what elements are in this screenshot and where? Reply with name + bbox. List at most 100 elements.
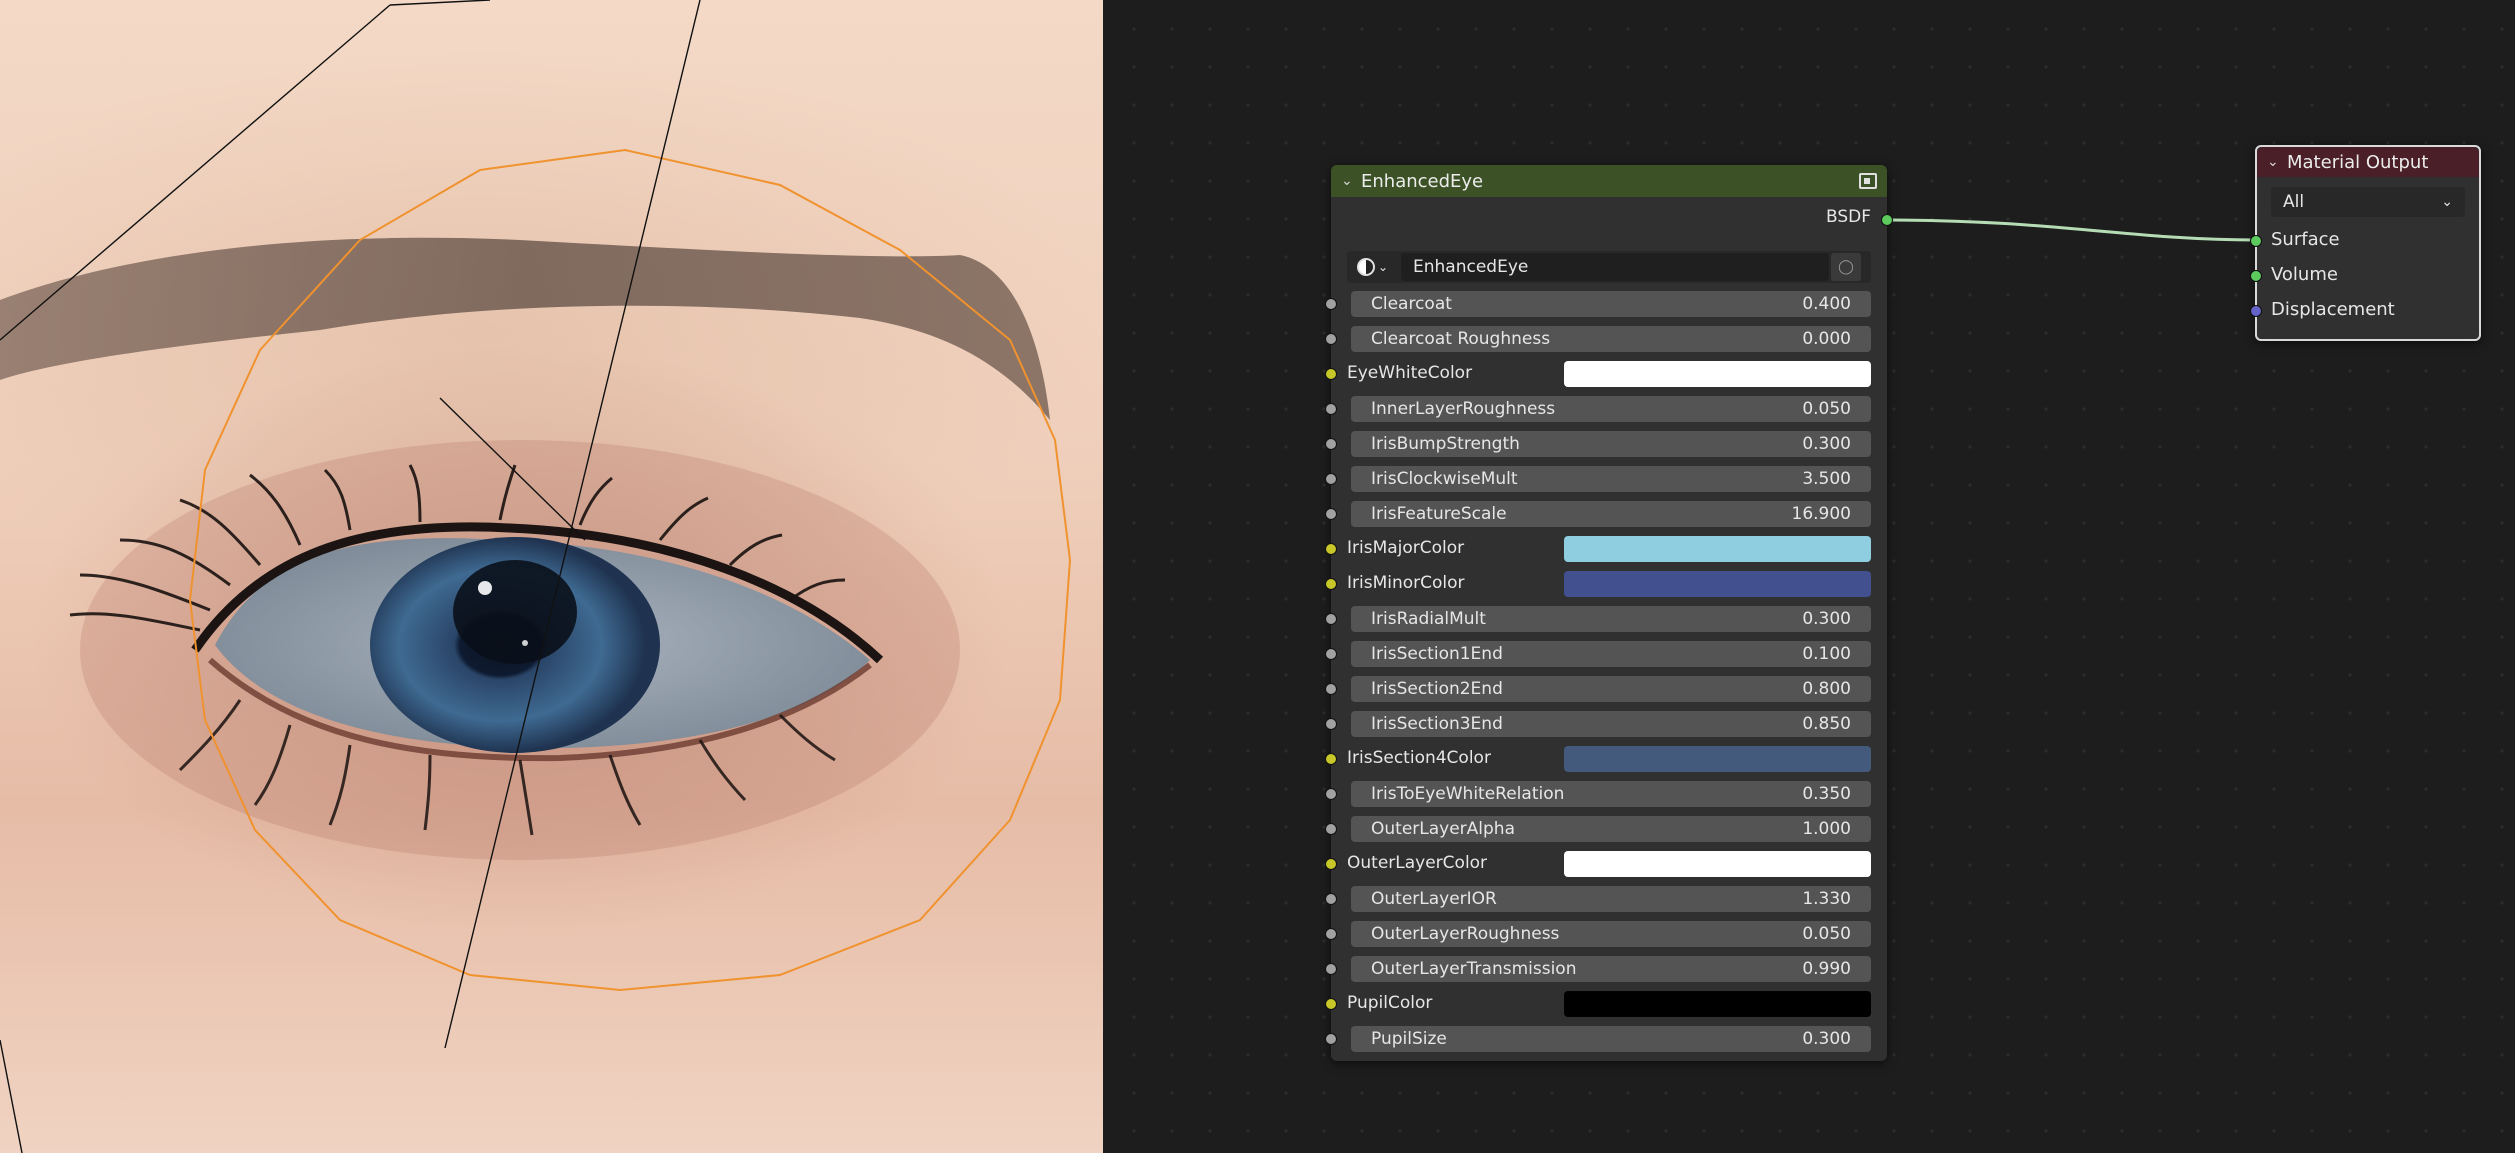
- outer-layer-alpha-socket[interactable]: [1325, 823, 1337, 835]
- iris-radial-mult-label: IrisRadialMult: [1371, 609, 1486, 629]
- input-row-outer-layer-alpha[interactable]: OuterLayerAlpha 1.000: [1325, 814, 1887, 844]
- input-row-iris-minor-color[interactable]: IrisMinorColor: [1325, 569, 1887, 599]
- bsdf-output-socket[interactable]: [1881, 214, 1893, 226]
- input-row-iris-feature-scale[interactable]: IrisFeatureScale 16.900: [1325, 499, 1887, 529]
- inner-layer-roughness-socket[interactable]: [1325, 403, 1337, 415]
- iris-clockwise-mult-value: 3.500: [1802, 469, 1851, 489]
- clearcoat-roughness-label: Clearcoat Roughness: [1371, 329, 1551, 349]
- input-row-iris-to-eye-white-relation[interactable]: IrisToEyeWhiteRelation 0.350: [1325, 779, 1887, 809]
- outer-layer-transmission-socket[interactable]: [1325, 963, 1337, 975]
- target-dropdown[interactable]: All ⌄: [2271, 187, 2465, 217]
- iris-section2-end-socket[interactable]: [1325, 683, 1337, 695]
- iris-to-eye-white-relation-label: IrisToEyeWhiteRelation: [1371, 784, 1565, 804]
- iris-radial-mult-field[interactable]: IrisRadialMult 0.300: [1351, 606, 1871, 632]
- outer-layer-alpha-field[interactable]: OuterLayerAlpha 1.000: [1351, 816, 1871, 842]
- input-row-clearcoat-roughness[interactable]: Clearcoat Roughness 0.000: [1325, 324, 1887, 354]
- inner-layer-roughness-field[interactable]: InnerLayerRoughness 0.050: [1351, 396, 1871, 422]
- enhanced-eye-node[interactable]: ⌄ EnhancedEye BSDF ⌄ EnhancedEye ◯ Clear…: [1325, 165, 1893, 1061]
- iris-section2-end-field[interactable]: IrisSection2End 0.800: [1351, 676, 1871, 702]
- input-row-iris-bump-strength[interactable]: IrisBumpStrength 0.300: [1325, 429, 1887, 459]
- iris-minor-color-socket[interactable]: [1325, 578, 1337, 590]
- input-row-iris-section3-end[interactable]: IrisSection3End 0.850: [1325, 709, 1887, 739]
- fake-user-shield-icon[interactable]: ◯: [1831, 253, 1861, 281]
- iris-section3-end-label: IrisSection3End: [1371, 714, 1503, 734]
- node-group-icon[interactable]: [1859, 173, 1877, 189]
- iris-clockwise-mult-socket[interactable]: [1325, 473, 1337, 485]
- iris-minor-color-swatch[interactable]: [1564, 571, 1871, 597]
- chevron-down-icon: ⌄: [2441, 194, 2453, 210]
- iris-feature-scale-field[interactable]: IrisFeatureScale 16.900: [1351, 501, 1871, 527]
- iris-section4-color-label: IrisSection4Color: [1347, 748, 1491, 768]
- outer-layer-roughness-field[interactable]: OuterLayerRoughness 0.050: [1351, 921, 1871, 947]
- material-selector[interactable]: ⌄ EnhancedEye ◯: [1347, 251, 1871, 283]
- input-row-outer-layer-roughness[interactable]: OuterLayerRoughness 0.050: [1325, 919, 1887, 949]
- pupil-color-socket[interactable]: [1325, 998, 1337, 1010]
- input-row-outer-layer-color[interactable]: OuterLayerColor: [1325, 849, 1887, 879]
- input-row-outer-layer-transmission[interactable]: OuterLayerTransmission 0.990: [1325, 954, 1887, 984]
- iris-bump-strength-field[interactable]: IrisBumpStrength 0.300: [1351, 431, 1871, 457]
- input-row-pupil-size[interactable]: PupilSize 0.300: [1325, 1024, 1887, 1054]
- input-row-pupil-color[interactable]: PupilColor: [1325, 989, 1887, 1019]
- iris-section1-end-field[interactable]: IrisSection1End 0.100: [1351, 641, 1871, 667]
- surface-input-socket[interactable]: [2250, 235, 2262, 247]
- iris-section1-end-socket[interactable]: [1325, 648, 1337, 660]
- eye-white-color-socket[interactable]: [1325, 368, 1337, 380]
- input-row-inner-layer-roughness[interactable]: InnerLayerRoughness 0.050: [1325, 394, 1887, 424]
- surface-input-label: Surface: [2271, 229, 2340, 250]
- node-header[interactable]: ⌄ EnhancedEye: [1331, 165, 1887, 197]
- output-node-header[interactable]: ⌄ Material Output: [2257, 147, 2479, 177]
- node-editor[interactable]: ⌄ EnhancedEye BSDF ⌄ EnhancedEye ◯ Clear…: [1103, 0, 2515, 1153]
- input-row-clearcoat[interactable]: Clearcoat 0.400: [1325, 289, 1887, 319]
- input-row-iris-section2-end[interactable]: IrisSection2End 0.800: [1325, 674, 1887, 704]
- iris-radial-mult-socket[interactable]: [1325, 613, 1337, 625]
- pupil-size-socket[interactable]: [1325, 1033, 1337, 1045]
- iris-section2-end-value: 0.800: [1802, 679, 1851, 699]
- clearcoat-roughness-field[interactable]: Clearcoat Roughness 0.000: [1351, 326, 1871, 352]
- eye-white-color-swatch[interactable]: [1564, 361, 1871, 387]
- outer-layer-color-swatch[interactable]: [1564, 851, 1871, 877]
- outer-layer-ior-field[interactable]: OuterLayerIOR 1.330: [1351, 886, 1871, 912]
- iris-to-eye-white-relation-socket[interactable]: [1325, 788, 1337, 800]
- iris-section4-color-swatch[interactable]: [1564, 746, 1871, 772]
- input-row-outer-layer-ior[interactable]: OuterLayerIOR 1.330: [1325, 884, 1887, 914]
- input-row-iris-radial-mult[interactable]: IrisRadialMult 0.300: [1325, 604, 1887, 634]
- displacement-input-socket[interactable]: [2250, 305, 2262, 317]
- material-name-field[interactable]: EnhancedEye: [1401, 253, 1829, 281]
- clearcoat-roughness-socket[interactable]: [1325, 333, 1337, 345]
- material-output-node[interactable]: ⌄ Material Output All ⌄ Surface Volume D…: [2250, 145, 2481, 341]
- outer-layer-alpha-value: 1.000: [1802, 819, 1851, 839]
- clearcoat-socket[interactable]: [1325, 298, 1337, 310]
- iris-section4-color-socket[interactable]: [1325, 753, 1337, 765]
- outer-layer-transmission-field[interactable]: OuterLayerTransmission 0.990: [1351, 956, 1871, 982]
- iris-feature-scale-socket[interactable]: [1325, 508, 1337, 520]
- viewport-render[interactable]: [0, 0, 1103, 1153]
- outer-layer-ior-socket[interactable]: [1325, 893, 1337, 905]
- input-row-iris-section1-end[interactable]: IrisSection1End 0.100: [1325, 639, 1887, 669]
- input-row-iris-major-color[interactable]: IrisMajorColor: [1325, 534, 1887, 564]
- input-row-iris-section4-color[interactable]: IrisSection4Color: [1325, 744, 1887, 774]
- iris-bump-strength-socket[interactable]: [1325, 438, 1337, 450]
- iris-major-color-socket[interactable]: [1325, 543, 1337, 555]
- outer-layer-color-socket[interactable]: [1325, 858, 1337, 870]
- iris-section3-end-field[interactable]: IrisSection3End 0.850: [1351, 711, 1871, 737]
- pupil-color-swatch[interactable]: [1564, 991, 1871, 1017]
- collapse-chevron-icon[interactable]: ⌄: [2267, 154, 2287, 170]
- iris-clockwise-mult-field[interactable]: IrisClockwiseMult 3.500: [1351, 466, 1871, 492]
- material-browse-button[interactable]: ⌄: [1357, 258, 1397, 276]
- bsdf-output-label: BSDF: [1825, 207, 1871, 227]
- pupil-size-field[interactable]: PupilSize 0.300: [1351, 1026, 1871, 1052]
- iris-bump-strength-value: 0.300: [1802, 434, 1851, 454]
- collapse-chevron-icon[interactable]: ⌄: [1341, 173, 1361, 189]
- iris-section3-end-socket[interactable]: [1325, 718, 1337, 730]
- volume-input-socket[interactable]: [2250, 270, 2262, 282]
- iris-major-color-swatch[interactable]: [1564, 536, 1871, 562]
- outer-layer-roughness-socket[interactable]: [1325, 928, 1337, 940]
- input-row-iris-clockwise-mult[interactable]: IrisClockwiseMult 3.500: [1325, 464, 1887, 494]
- iris-to-eye-white-relation-field[interactable]: IrisToEyeWhiteRelation 0.350: [1351, 781, 1871, 807]
- iris-major-color-label: IrisMajorColor: [1347, 538, 1465, 558]
- input-row-eye-white-color[interactable]: EyeWhiteColor: [1325, 359, 1887, 389]
- outer-layer-ior-value: 1.330: [1802, 889, 1851, 909]
- iris-clockwise-mult-label: IrisClockwiseMult: [1371, 469, 1518, 489]
- clearcoat-field[interactable]: Clearcoat 0.400: [1351, 291, 1871, 317]
- material-ball-icon: [1357, 258, 1375, 276]
